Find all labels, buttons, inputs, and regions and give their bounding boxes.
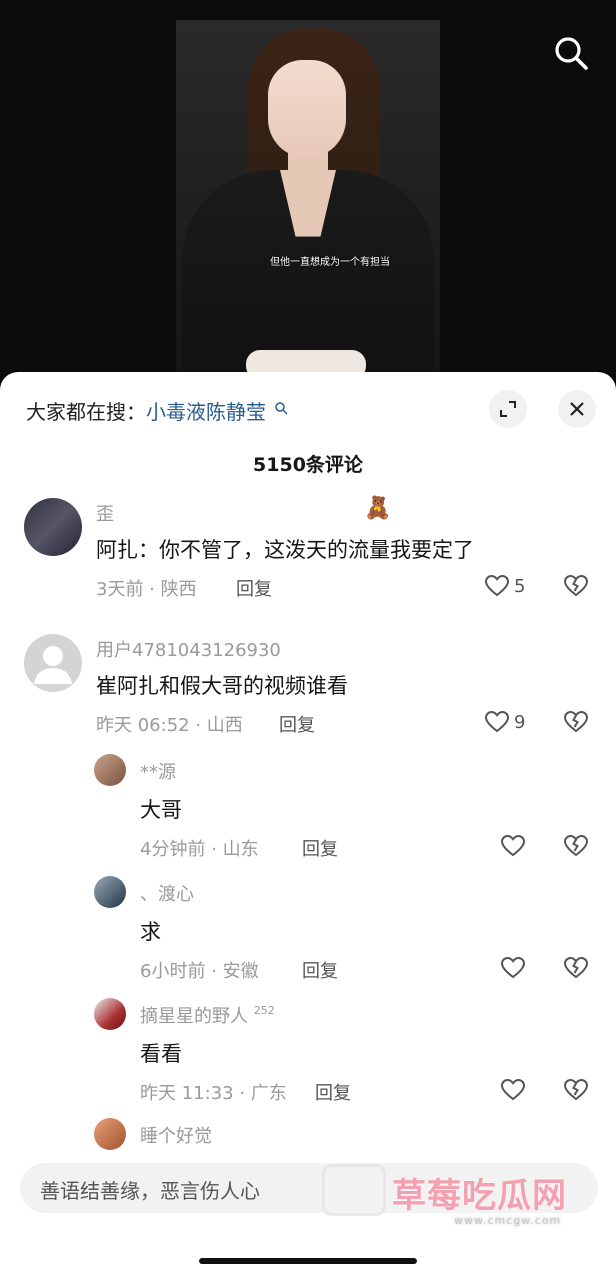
reply-button[interactable]: 回复: [302, 957, 338, 983]
reply-meta: 4分钟前 · 山东: [140, 839, 259, 860]
video-person-face: [268, 60, 346, 158]
avatar[interactable]: [24, 634, 82, 692]
video-frame[interactable]: 但他一直想成为一个有担当: [176, 20, 440, 380]
expand-button[interactable]: [489, 390, 527, 428]
avatar[interactable]: [94, 876, 126, 908]
like-button[interactable]: [500, 1077, 526, 1103]
search-button[interactable]: [552, 34, 590, 72]
user-badge: 252: [253, 1004, 275, 1017]
broken-heart-icon: [563, 1078, 589, 1101]
avatar[interactable]: [24, 498, 82, 556]
reply-username[interactable]: 摘星星的野人 252: [140, 1002, 275, 1028]
comment-username[interactable]: 歪: [96, 500, 114, 526]
broken-heart-icon: [563, 834, 589, 857]
dislike-button[interactable]: [563, 709, 589, 739]
like-count: 9: [514, 711, 526, 733]
broken-heart-icon: [563, 710, 589, 733]
hot-search-prefix: 大家都在搜：: [26, 400, 146, 424]
comment-username[interactable]: 用户4781043126930: [96, 636, 281, 662]
broken-heart-icon: [563, 956, 589, 979]
like-button[interactable]: 5: [484, 573, 525, 599]
bear-emoji: 🧸: [364, 496, 392, 521]
comment-count: 5150条评论: [253, 454, 363, 476]
broken-heart-icon: [563, 574, 589, 597]
heart-icon: [500, 956, 526, 979]
expand-icon: [500, 401, 516, 417]
dislike-button[interactable]: [563, 955, 589, 985]
hot-search-term[interactable]: 小毒液陈静莹: [146, 400, 266, 424]
reply-meta: 6小时前 · 安徽: [140, 961, 259, 982]
reply-text[interactable]: 大哥: [140, 794, 182, 824]
like-button[interactable]: [500, 833, 526, 859]
comment-text[interactable]: 崔阿扎和假大哥的视频谁看: [96, 670, 348, 700]
dislike-button[interactable]: [563, 1077, 589, 1107]
small-search-icon: [275, 402, 288, 415]
watermark-logo: [322, 1164, 386, 1216]
heart-icon: [500, 1078, 526, 1101]
watermark: 草莓吃瓜网 www.cmcgw.com: [322, 1164, 602, 1230]
reply-button[interactable]: 回复: [279, 711, 315, 737]
dislike-button[interactable]: [563, 833, 589, 863]
watermark-url: www.cmcgw.com: [454, 1214, 562, 1227]
reply-username[interactable]: 、渡心: [140, 880, 194, 906]
like-button[interactable]: [500, 955, 526, 981]
heart-icon: [484, 574, 510, 597]
comment-meta: 昨天 06:52 · 山西: [96, 715, 243, 736]
watermark-name: 草莓吃瓜网: [392, 1176, 567, 1216]
video-subtitle: 但他一直想成为一个有担当: [270, 257, 390, 268]
heart-icon: [500, 834, 526, 857]
reply-username-text: 摘星星的野人: [140, 1006, 248, 1027]
reply-text[interactable]: 看看: [140, 1038, 182, 1068]
search-icon: [555, 37, 588, 70]
comment-input-placeholder: 善语结善缘，恶言伤人心: [40, 1179, 260, 1203]
avatar[interactable]: [94, 998, 126, 1030]
close-button[interactable]: [558, 390, 596, 428]
hot-search-bar[interactable]: 大家都在搜：小毒液陈静莹: [26, 396, 288, 426]
close-icon: [570, 402, 584, 416]
reply-meta: 昨天 11:33 · 广东: [140, 1083, 287, 1104]
reply-button[interactable]: 回复: [315, 1079, 351, 1105]
reply-text[interactable]: 求: [140, 916, 161, 946]
avatar[interactable]: [94, 754, 126, 786]
dislike-button[interactable]: [563, 573, 589, 603]
video-player[interactable]: 但他一直想成为一个有担当: [0, 0, 616, 400]
comment-text[interactable]: 阿扎：你不管了，这泼天的流量我要定了: [96, 534, 474, 564]
home-indicator[interactable]: [199, 1258, 417, 1264]
reply-button[interactable]: 回复: [302, 835, 338, 861]
comment-meta: 3天前 · 陕西: [96, 579, 197, 600]
heart-icon: [484, 710, 510, 733]
like-count: 5: [514, 575, 526, 597]
reply-button[interactable]: 回复: [236, 575, 272, 601]
like-button[interactable]: 9: [484, 709, 525, 735]
reply-username[interactable]: **源: [140, 758, 176, 784]
default-avatar-icon: [34, 646, 72, 684]
reply-username[interactable]: 睡个好觉: [140, 1122, 212, 1148]
avatar[interactable]: [94, 1118, 126, 1150]
comment-sheet: 大家都在搜：小毒液陈静莹 5150条评论 歪 🧸 阿扎：你不管了，这泼天的流量我…: [0, 372, 616, 1279]
